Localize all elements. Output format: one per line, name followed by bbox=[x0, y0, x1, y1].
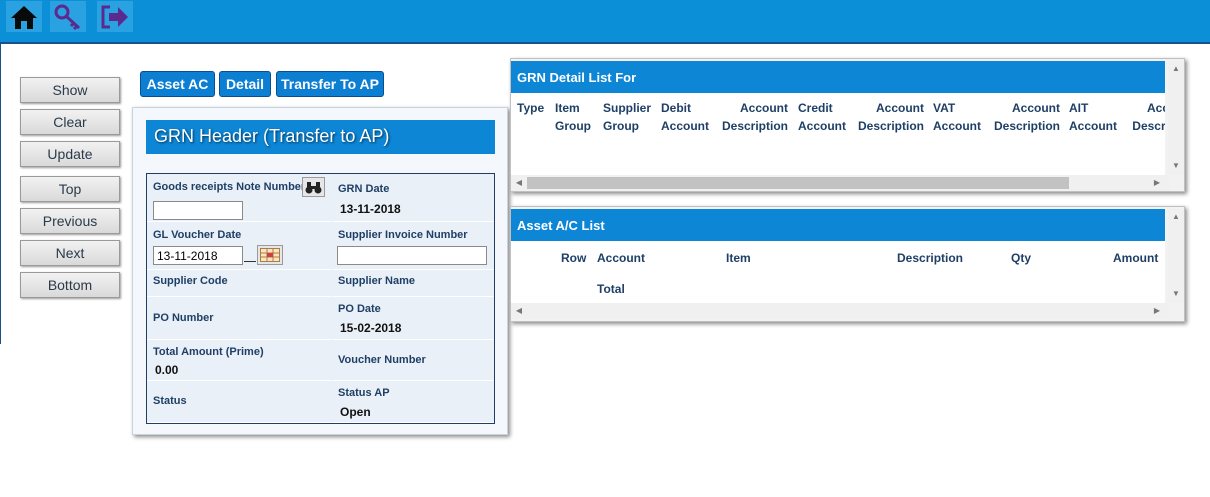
po-date-cell: PO Date 15-02-2018 bbox=[332, 298, 494, 340]
grn-header-form: Goods receipts Note Number GRN Date 13-1… bbox=[146, 173, 495, 424]
col-item-group: Item Group bbox=[555, 101, 591, 133]
col-vat-description: Account Description bbox=[993, 101, 1060, 133]
col-supplier-group: Supplier Group bbox=[603, 101, 652, 133]
scroll-right-icon[interactable]: ▶ bbox=[1151, 178, 1163, 187]
logout-icon[interactable] bbox=[97, 1, 133, 32]
grn-number-cell: Goods receipts Note Number bbox=[147, 174, 331, 222]
col-row: Row bbox=[561, 251, 587, 265]
bottom-button[interactable]: Bottom bbox=[20, 272, 120, 298]
status-ap-value: Open bbox=[340, 405, 371, 419]
col-debit-description: Account Description bbox=[721, 101, 788, 133]
col-account: Account bbox=[597, 251, 645, 265]
col-credit-account: Credit Account bbox=[798, 101, 846, 133]
scroll-thumb[interactable] bbox=[527, 177, 1069, 189]
next-button[interactable]: Next bbox=[20, 240, 120, 266]
scroll-down-icon[interactable]: ▼ bbox=[1170, 289, 1182, 298]
voucher-number-label: Voucher Number bbox=[338, 354, 426, 366]
asset-list-panel: Asset A/C List Row Account Item Descript… bbox=[510, 206, 1185, 322]
grn-detail-table: Type Item Group Supplier Group Debit Accoun… bbox=[511, 93, 1165, 175]
supplier-code-label: Supplier Code bbox=[153, 275, 228, 287]
total-amount-cell: Total Amount (Prime) 0.00 bbox=[147, 341, 331, 381]
asset-list-table: Row Account Item Description Qty Amount … bbox=[511, 241, 1165, 303]
col-qty: Qty bbox=[1011, 251, 1032, 265]
col-item: Item bbox=[726, 251, 751, 265]
total-amount-label: Total Amount (Prime) bbox=[153, 346, 264, 358]
left-border bbox=[0, 44, 1, 344]
top-toolbar bbox=[0, 0, 1210, 44]
status-ap-cell: Status AP Open bbox=[332, 382, 494, 423]
home-icon[interactable] bbox=[6, 1, 42, 32]
status-cell: Status bbox=[147, 382, 331, 423]
grn-header-panel: GRN Header (Transfer to AP) Goods receip… bbox=[132, 107, 508, 435]
grn-number-input[interactable] bbox=[153, 201, 243, 220]
calendar-icon[interactable] bbox=[257, 245, 283, 265]
gl-voucher-date-input[interactable] bbox=[153, 246, 243, 265]
grn-date-cell: GRN Date 13-11-2018 bbox=[332, 174, 494, 222]
voucher-number-cell: Voucher Number bbox=[332, 341, 494, 381]
supplier-invoice-input[interactable] bbox=[337, 246, 487, 265]
col-debit-account: Debit Account bbox=[661, 101, 709, 133]
col-description: Description bbox=[897, 251, 964, 265]
total-amount-value: 0.00 bbox=[155, 363, 179, 377]
grn-header-title: GRN Header (Transfer to AP) bbox=[146, 120, 495, 154]
grn-date-value: 13-11-2018 bbox=[340, 202, 401, 216]
gl-voucher-date-label: GL Voucher Date bbox=[153, 229, 242, 241]
supplier-name-label: Supplier Name bbox=[338, 275, 416, 287]
scroll-left-icon[interactable]: ◀ bbox=[513, 306, 525, 315]
grn-date-label: GRN Date bbox=[338, 183, 390, 195]
po-date-value: 15-02-2018 bbox=[340, 321, 402, 335]
col-credit-description: Account Description bbox=[857, 101, 924, 133]
asset-list-hscroll[interactable]: ◀ ▶ bbox=[511, 303, 1169, 319]
tab-transfer-to-ap[interactable]: Transfer To AP bbox=[276, 71, 384, 97]
grn-number-label: Goods receipts Note Number bbox=[153, 181, 306, 193]
key-icon[interactable] bbox=[50, 1, 86, 32]
supplier-name-cell: Supplier Name bbox=[332, 271, 494, 297]
tab-detail[interactable]: Detail bbox=[219, 71, 271, 97]
col-ait-description: AccDescri bbox=[1132, 101, 1165, 133]
update-button[interactable]: Update bbox=[20, 141, 120, 167]
grn-detail-vscroll[interactable]: ▲ ▼ bbox=[1168, 61, 1184, 175]
top-button[interactable]: Top bbox=[20, 176, 120, 202]
date-separator bbox=[244, 261, 256, 262]
show-button[interactable]: Show bbox=[20, 77, 120, 103]
previous-button[interactable]: Previous bbox=[20, 208, 120, 234]
scroll-down-icon[interactable]: ▼ bbox=[1170, 161, 1182, 170]
supplier-code-cell: Supplier Code bbox=[147, 271, 331, 297]
total-label: Total bbox=[597, 282, 625, 296]
tab-asset-ac[interactable]: Asset AC bbox=[140, 71, 215, 97]
col-ait-account: AIT Account bbox=[1069, 101, 1117, 133]
gl-voucher-date-cell: GL Voucher Date bbox=[147, 223, 331, 270]
grn-detail-title: GRN Detail List For bbox=[511, 61, 1165, 93]
supplier-invoice-cell: Supplier Invoice Number bbox=[332, 223, 494, 270]
col-vat-account: VAT Account bbox=[933, 101, 981, 133]
col-type: Type bbox=[517, 101, 545, 115]
scroll-up-icon[interactable]: ▲ bbox=[1170, 64, 1182, 73]
scroll-left-icon[interactable]: ◀ bbox=[513, 178, 525, 187]
scroll-up-icon[interactable]: ▲ bbox=[1170, 212, 1182, 221]
binoculars-icon[interactable] bbox=[302, 177, 325, 197]
scroll-right-icon[interactable]: ▶ bbox=[1151, 306, 1163, 315]
asset-list-title: Asset A/C List bbox=[511, 209, 1165, 241]
asset-list-vscroll[interactable]: ▲ ▼ bbox=[1168, 209, 1184, 303]
status-label: Status bbox=[153, 395, 187, 407]
grn-detail-panel: GRN Detail List For Type Item Group Suppl… bbox=[510, 58, 1185, 192]
po-number-label: PO Number bbox=[153, 312, 214, 324]
clear-button[interactable]: Clear bbox=[20, 109, 120, 135]
supplier-invoice-label: Supplier Invoice Number bbox=[338, 229, 468, 241]
po-date-label: PO Date bbox=[338, 303, 381, 315]
po-number-cell: PO Number bbox=[147, 298, 331, 340]
status-ap-label: Status AP bbox=[338, 387, 390, 399]
col-amount: Amount bbox=[1113, 251, 1159, 265]
grn-detail-hscroll[interactable]: ◀ ▶ bbox=[511, 175, 1169, 191]
